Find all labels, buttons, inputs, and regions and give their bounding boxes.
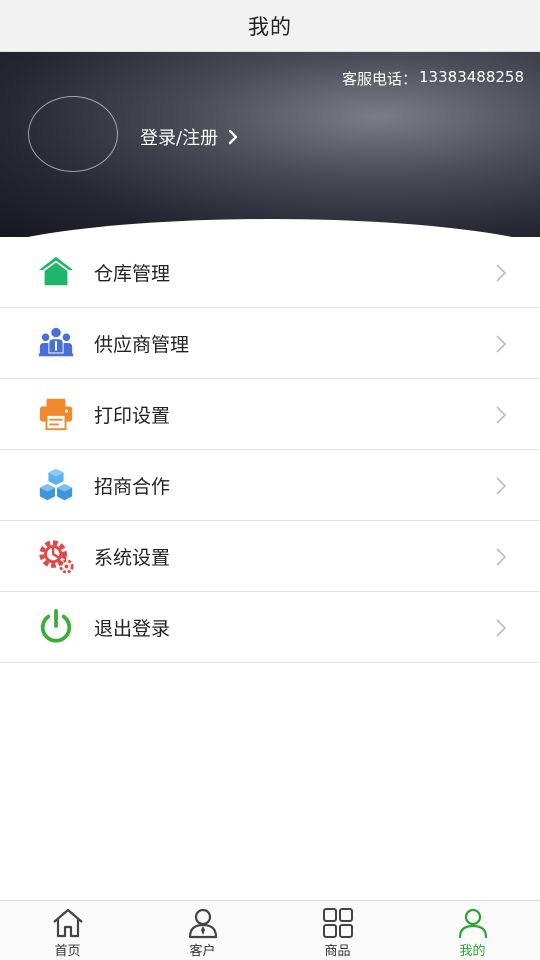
page-title: 我的 — [248, 14, 292, 39]
menu-item-label: 招商合作 — [94, 475, 171, 498]
tab-label: 商品 — [324, 944, 351, 959]
power-icon — [36, 607, 76, 647]
profile-header: 客服电话： 13383488258 登录/注册 — [0, 52, 540, 237]
menu-item-label: 打印设置 — [94, 404, 171, 427]
grid-icon — [322, 908, 353, 938]
menu-item-print[interactable]: 打印设置 — [0, 379, 540, 450]
settings-menu: 仓库管理 供应商管理 打印设置 招商合作 系统设置 退出登录 — [0, 237, 540, 663]
chevron-right-icon — [496, 548, 507, 566]
chevron-right-icon — [496, 477, 507, 495]
home-icon — [52, 908, 83, 938]
tab-mine[interactable]: 我的 — [405, 901, 540, 960]
service-phone[interactable]: 客服电话： 13383488258 — [342, 68, 524, 89]
menu-item-partnership[interactable]: 招商合作 — [0, 450, 540, 521]
header-curve — [0, 219, 540, 237]
tab-label: 首页 — [54, 944, 81, 959]
chevron-right-icon — [496, 264, 507, 282]
login-register-link[interactable]: 登录/注册 — [140, 124, 242, 150]
cubes-icon — [36, 465, 76, 505]
tab-customer[interactable]: 客户 — [135, 901, 270, 960]
menu-item-warehouse[interactable]: 仓库管理 — [0, 237, 540, 308]
chevron-right-icon — [228, 129, 238, 145]
menu-item-label: 系统设置 — [94, 546, 171, 569]
service-phone-number: 13383488258 — [419, 68, 524, 86]
tab-products[interactable]: 商品 — [270, 901, 405, 960]
printer-icon — [36, 394, 76, 434]
menu-item-supplier[interactable]: 供应商管理 — [0, 308, 540, 379]
tab-label: 客户 — [189, 944, 216, 959]
title-bar: 我的 — [0, 0, 540, 52]
menu-item-label: 供应商管理 — [94, 333, 190, 356]
menu-item-logout[interactable]: 退出登录 — [0, 592, 540, 663]
service-phone-label: 客服电话： — [342, 70, 418, 88]
chevron-right-icon — [496, 619, 507, 637]
chevron-right-icon — [496, 335, 507, 353]
menu-item-label: 退出登录 — [94, 617, 171, 640]
supplier-group-icon — [36, 323, 76, 363]
user-icon — [458, 908, 487, 939]
menu-item-system-settings[interactable]: 系统设置 — [0, 521, 540, 592]
warehouse-icon — [36, 252, 76, 292]
gear-icon — [36, 536, 76, 576]
menu-item-label: 仓库管理 — [94, 262, 171, 285]
chevron-right-icon — [496, 406, 507, 424]
bottom-tab-bar: 首页 客户 商品 我的 — [0, 900, 540, 960]
avatar[interactable] — [28, 96, 118, 172]
tab-home[interactable]: 首页 — [0, 901, 135, 960]
customer-icon — [188, 908, 217, 939]
tab-label: 我的 — [459, 944, 486, 959]
login-register-label: 登录/注册 — [140, 128, 219, 149]
